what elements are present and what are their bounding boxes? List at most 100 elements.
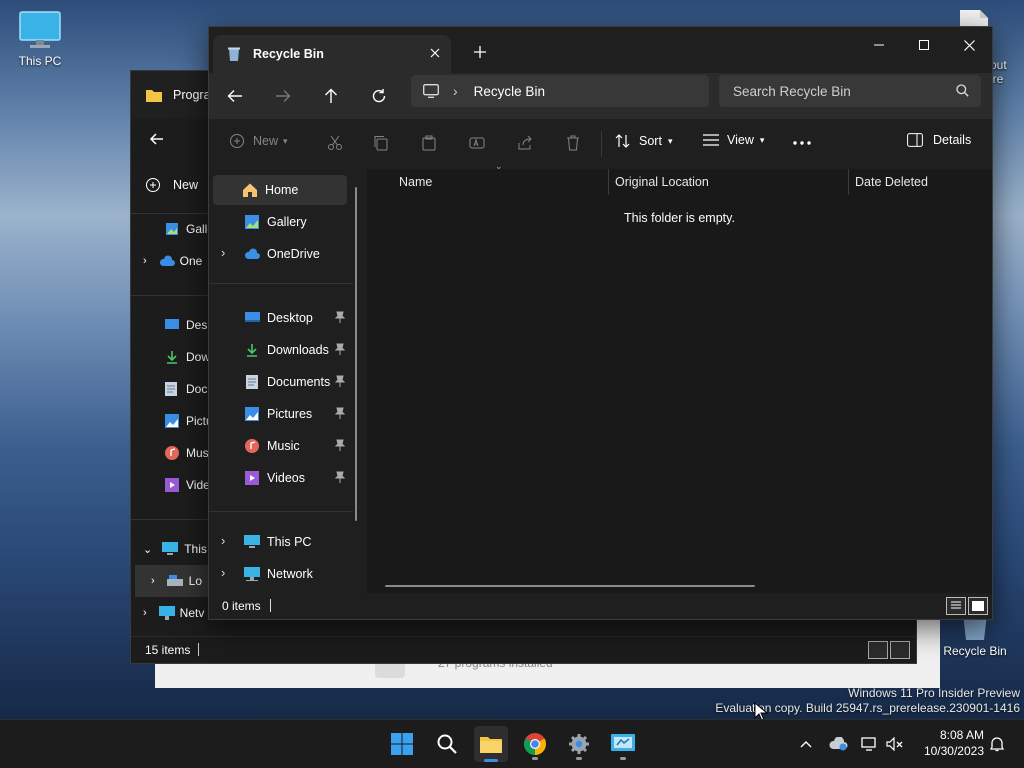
- share-icon[interactable]: [513, 131, 537, 155]
- close-window-icon[interactable]: [951, 31, 987, 59]
- sidebar-item-gallery[interactable]: Gallery: [213, 207, 347, 237]
- back-window-new-button[interactable]: New: [145, 177, 198, 193]
- recycle-bin-window[interactable]: Recycle Bin › Recycle Bin Search Recycle…: [208, 26, 993, 620]
- cut-icon[interactable]: [323, 131, 347, 155]
- pin-icon[interactable]: [335, 471, 345, 483]
- sidebar-item-downloads[interactable]: Downloads: [213, 335, 347, 365]
- search-input[interactable]: Search Recycle Bin: [733, 84, 851, 99]
- pin-icon[interactable]: [335, 375, 345, 387]
- taskbar: 8:08 AM 10/30/2023: [0, 719, 1024, 768]
- up-arrow-icon[interactable]: [319, 84, 343, 108]
- back-status-item-count: 15 items: [145, 643, 191, 657]
- more-options-icon[interactable]: [789, 131, 815, 155]
- refresh-icon[interactable]: [367, 84, 391, 108]
- sidebar-item-pictures[interactable]: Pictures: [213, 399, 347, 429]
- sidebar-item-this-pc[interactable]: › This PC: [213, 527, 347, 557]
- sidebar-item-documents[interactable]: Documents: [213, 367, 347, 397]
- forward-arrow-icon[interactable]: [271, 84, 295, 108]
- new-button[interactable]: New ▾: [229, 133, 288, 149]
- chevron-right-icon[interactable]: ›: [221, 533, 225, 548]
- file-list[interactable]: Name ⌄ Original Location Date Deleted Th…: [367, 161, 992, 593]
- column-header-date-deleted[interactable]: Date Deleted: [855, 169, 985, 195]
- search-box[interactable]: Search Recycle Bin: [719, 75, 981, 107]
- back-sidebar-item-gallery[interactable]: Galle: [131, 213, 214, 245]
- pin-icon[interactable]: [335, 407, 345, 419]
- back-window-tab-title[interactable]: Progra: [173, 88, 211, 102]
- column-header-name[interactable]: Name ⌄: [399, 161, 607, 195]
- breadcrumb-chevron-icon[interactable]: ›: [453, 83, 458, 99]
- clock[interactable]: 8:08 AM 10/30/2023: [912, 727, 984, 759]
- chevron-right-icon[interactable]: ›: [221, 565, 225, 580]
- start-button[interactable]: [388, 730, 416, 758]
- back-sidebar-item-this-pc[interactable]: ⌄ This: [131, 533, 207, 565]
- tiles-view-icon[interactable]: [968, 597, 988, 615]
- details-view-icon[interactable]: [946, 597, 966, 615]
- sidebar-item-network[interactable]: › Network: [213, 559, 347, 589]
- breadcrumb[interactable]: Recycle Bin: [474, 84, 545, 99]
- back-sidebar-item-network[interactable]: › Netv: [131, 597, 204, 629]
- chevron-down-icon[interactable]: ⌄: [143, 543, 152, 556]
- back-sidebar-item-music[interactable]: Mus: [131, 437, 209, 469]
- back-sidebar-item-onedrive[interactable]: › One: [131, 245, 202, 277]
- back-sidebar-item-pictures[interactable]: Pictu: [131, 405, 213, 437]
- view-button[interactable]: View ▾: [703, 133, 764, 147]
- details-pane-icon: [907, 133, 923, 147]
- onedrive-tray-icon[interactable]: [826, 734, 850, 754]
- chevron-right-icon[interactable]: ›: [221, 245, 225, 260]
- windows-logo-icon: [391, 733, 413, 755]
- back-sidebar-item-downloads[interactable]: Dow: [131, 341, 210, 373]
- pin-icon[interactable]: [335, 439, 345, 451]
- back-arrow-icon[interactable]: [145, 127, 169, 151]
- desktop-icon-this-pc[interactable]: This PC: [10, 10, 70, 68]
- notifications-bell-icon[interactable]: [986, 734, 1008, 754]
- sidebar-scrollbar[interactable]: [355, 187, 357, 521]
- back-sidebar-item-desktop[interactable]: Desk: [131, 309, 213, 341]
- search-icon[interactable]: [956, 84, 969, 97]
- monitor-icon: [423, 84, 439, 98]
- close-tab-icon[interactable]: [427, 45, 443, 61]
- sort-button[interactable]: Sort ▾: [615, 133, 672, 149]
- empty-folder-message: This folder is empty.: [624, 211, 735, 225]
- folder-icon: [146, 90, 162, 102]
- chevron-right-icon[interactable]: ›: [143, 607, 147, 619]
- rename-icon[interactable]: [465, 131, 489, 155]
- search-button[interactable]: [433, 730, 461, 758]
- recycle-bin-icon: [228, 47, 240, 61]
- sidebar-item-onedrive[interactable]: › OneDrive: [213, 239, 347, 269]
- back-sidebar-item-local-disk[interactable]: › Lo: [135, 565, 209, 597]
- volume-muted-tray-icon[interactable]: [884, 734, 906, 754]
- back-arrow-icon[interactable]: [223, 84, 247, 108]
- back-sidebar-item-videos[interactable]: Vide: [131, 469, 210, 501]
- tab-recycle-bin[interactable]: Recycle Bin: [213, 35, 451, 73]
- details-button[interactable]: Details: [907, 133, 971, 147]
- taskbar-file-explorer[interactable]: [474, 726, 508, 762]
- chevron-right-icon[interactable]: ›: [151, 575, 155, 587]
- address-bar[interactable]: › Recycle Bin: [411, 75, 709, 107]
- sidebar-item-home[interactable]: Home: [213, 175, 347, 205]
- taskbar-settings[interactable]: [564, 728, 594, 760]
- back-sidebar-item-documents[interactable]: Docu: [131, 373, 214, 405]
- network-tray-icon[interactable]: [858, 734, 880, 754]
- horizontal-scrollbar[interactable]: [385, 585, 755, 587]
- drive-icon: [166, 575, 183, 586]
- pin-icon[interactable]: [335, 343, 345, 355]
- tiles-view-icon[interactable]: [890, 641, 910, 659]
- new-tab-icon[interactable]: [469, 41, 491, 63]
- running-indicator: [532, 757, 538, 760]
- taskbar-chrome[interactable]: [520, 728, 550, 760]
- minimize-icon[interactable]: [861, 31, 897, 59]
- chevron-right-icon[interactable]: ›: [143, 255, 147, 267]
- sidebar-item-videos[interactable]: Videos: [213, 463, 347, 493]
- copy-icon[interactable]: [369, 131, 393, 155]
- details-view-icon[interactable]: [868, 641, 888, 659]
- status-bar: 0 items: [209, 593, 992, 619]
- sidebar-item-music[interactable]: Music: [213, 431, 347, 461]
- paste-icon[interactable]: [417, 131, 441, 155]
- delete-icon[interactable]: [561, 131, 585, 155]
- column-header-original-location[interactable]: Original Location: [615, 169, 847, 195]
- maximize-icon[interactable]: [906, 31, 942, 59]
- pin-icon[interactable]: [335, 311, 345, 323]
- taskbar-control-panel[interactable]: [608, 728, 638, 760]
- show-hidden-icons-chevron-icon[interactable]: [796, 734, 816, 754]
- sidebar-item-desktop[interactable]: Desktop: [213, 303, 347, 333]
